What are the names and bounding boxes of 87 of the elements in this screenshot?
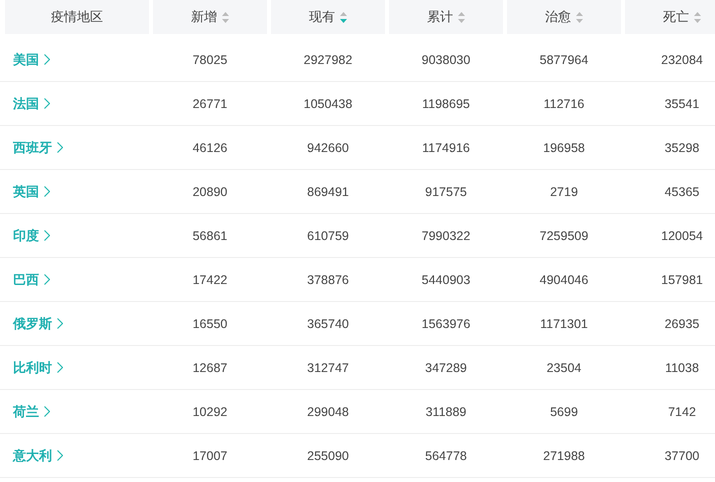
table-cell: 564778	[425, 448, 467, 462]
region-link[interactable]: 美国	[13, 50, 39, 68]
chevron-right-icon	[57, 318, 63, 329]
region-link[interactable]: 俄罗斯	[13, 314, 52, 332]
chevron-right-icon	[44, 274, 50, 285]
column-header[interactable]: 新增	[153, 0, 267, 34]
table-cell: 35298	[664, 140, 700, 154]
table-cell: 78025	[192, 52, 228, 66]
table-cell: 11038	[665, 360, 699, 374]
table-cell: 4904046	[540, 272, 588, 286]
column-header[interactable]: 治愈	[507, 0, 621, 34]
column-title: 治愈	[545, 8, 571, 26]
table-cell: 5699	[550, 404, 578, 418]
chevron-right-icon	[57, 450, 63, 461]
chevron-right-icon	[44, 98, 50, 109]
sort-icon[interactable]	[694, 12, 701, 22]
table-cell: 232084	[661, 52, 703, 66]
table-cell: 917575	[425, 184, 467, 198]
region-link[interactable]: 印度	[13, 226, 39, 244]
column-title: 现有	[309, 8, 335, 26]
sort-icon[interactable]	[340, 12, 347, 22]
table-cell: 12687	[192, 360, 228, 374]
table-cell: 7990322	[422, 228, 470, 242]
table-cell: 271988	[543, 448, 585, 462]
column-header[interactable]: 疫情地区	[5, 0, 149, 34]
region-link[interactable]: 荷兰	[13, 402, 39, 420]
table-cell: 157981	[661, 272, 703, 286]
table-cell: 56861	[192, 228, 228, 242]
column-title: 累计	[427, 8, 453, 26]
column-title: 新增	[191, 8, 217, 26]
table-cell: 10292	[192, 404, 228, 418]
table-cell: 312747	[307, 360, 349, 374]
table-cell: 1563976	[422, 316, 470, 330]
region-link[interactable]: 比利时	[13, 358, 52, 376]
table-cell: 2719	[550, 184, 578, 198]
column-title: 疫情地区	[51, 8, 103, 26]
chevron-right-icon	[57, 142, 63, 153]
table-cell: 23504	[546, 360, 582, 374]
table-cell: 35541	[664, 96, 700, 110]
table-cell: 1171301	[540, 316, 588, 330]
table-cell: 347289	[425, 360, 467, 374]
table-cell: 112716	[544, 96, 584, 110]
table-cell: 45365	[664, 184, 700, 198]
table-cell: 1174916	[422, 140, 470, 154]
table-cell: 9038030	[422, 52, 470, 66]
region-link[interactable]: 巴西	[13, 270, 39, 288]
table-cell: 942660	[307, 140, 349, 154]
table-cell: 365740	[307, 316, 349, 330]
table-cell: 255090	[307, 448, 349, 462]
region-link[interactable]: 法国	[13, 94, 39, 112]
table-cell: 17007	[192, 448, 228, 462]
table-cell: 1050438	[304, 96, 352, 110]
sort-icon[interactable]	[576, 12, 583, 22]
table-cell: 1198695	[422, 96, 470, 110]
table-cell: 26935	[664, 316, 700, 330]
region-link[interactable]: 意大利	[13, 446, 52, 464]
table-cell: 46126	[192, 140, 228, 154]
table-cell: 17422	[192, 272, 228, 286]
table-cell: 5877964	[540, 52, 588, 66]
table-cell: 299048	[307, 404, 349, 418]
sort-icon[interactable]	[222, 12, 229, 22]
column-header[interactable]: 现有	[271, 0, 385, 34]
table-cell: 311889	[426, 404, 466, 418]
table-cell: 16550	[192, 316, 228, 330]
table-cell: 378876	[307, 272, 349, 286]
chevron-right-icon	[44, 230, 50, 241]
table-cell: 7142	[668, 404, 696, 418]
table-cell: 7259509	[540, 228, 588, 242]
region-link[interactable]: 西班牙	[13, 138, 52, 156]
table-cell: 2927982	[304, 52, 352, 66]
sort-icon[interactable]	[458, 12, 465, 22]
table-cell: 610759	[307, 228, 349, 242]
table-cell: 120054	[661, 228, 703, 242]
table-cell: 869491	[307, 184, 349, 198]
table-cell: 5440903	[422, 272, 470, 286]
table-cell: 26771	[192, 96, 228, 110]
chevron-right-icon	[44, 186, 50, 197]
table-cell: 37700	[664, 448, 700, 462]
column-header[interactable]: 死亡	[625, 0, 715, 34]
chevron-right-icon	[44, 54, 50, 65]
chevron-right-icon	[57, 362, 63, 373]
column-title: 死亡	[663, 8, 689, 26]
table-cell: 196958	[543, 140, 585, 154]
chevron-right-icon	[44, 406, 50, 417]
column-header[interactable]: 累计	[389, 0, 503, 34]
region-link[interactable]: 英国	[13, 182, 39, 200]
table-cell: 20890	[192, 184, 228, 198]
